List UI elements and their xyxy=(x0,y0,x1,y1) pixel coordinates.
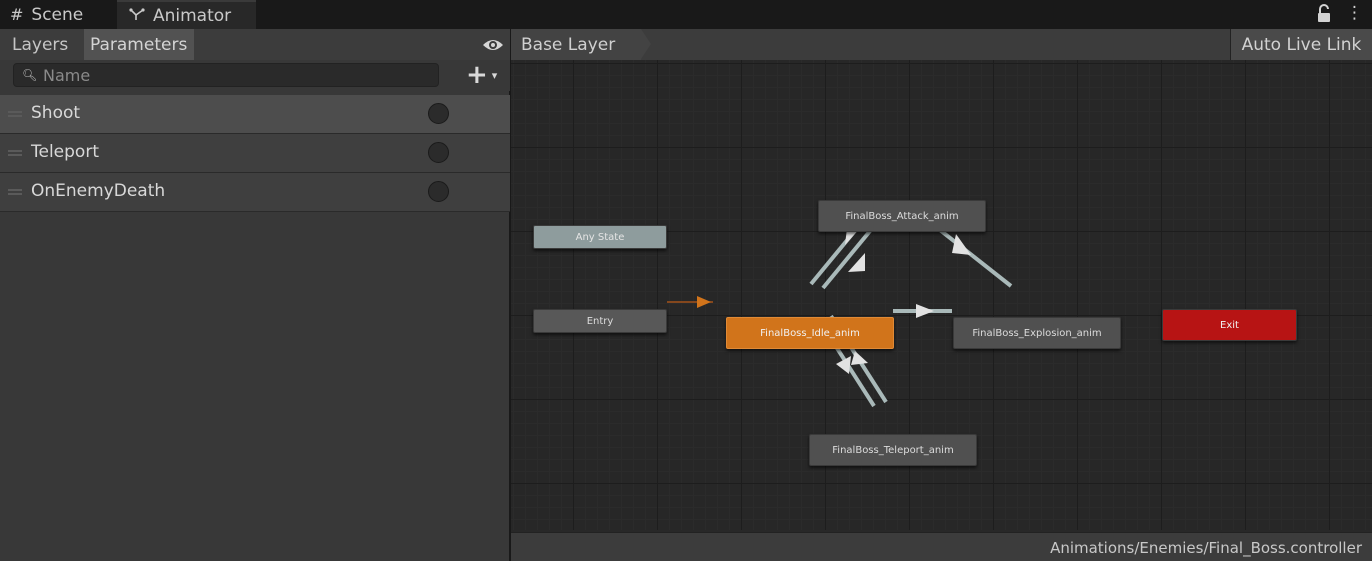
parameter-row-shoot[interactable]: Shoot xyxy=(0,95,510,134)
state-machine-canvas[interactable]: Any State Entry Exit FinalBoss_Attack_an… xyxy=(511,60,1372,530)
graph-status-bar: Animations/Enemies/Final_Boss.controller xyxy=(511,532,1372,561)
window-tab-bar: # Scene Animator ⋮ xyxy=(0,0,1372,29)
controller-path: Animations/Enemies/Final_Boss.controller xyxy=(1050,539,1362,557)
graph-toolbar: Base Layer Auto Live Link xyxy=(511,29,1372,60)
tab-animator-label: Animator xyxy=(153,5,232,26)
parameter-row-onenemydeath[interactable]: OnEnemyDeath xyxy=(0,173,510,212)
tab-scene-label: Scene xyxy=(31,4,84,25)
state-finalboss-attack[interactable]: FinalBoss_Attack_anim xyxy=(818,200,986,232)
trigger-toggle[interactable] xyxy=(428,142,449,163)
parameter-name: OnEnemyDeath xyxy=(31,181,166,201)
state-any-state[interactable]: Any State xyxy=(533,225,667,249)
lock-icon[interactable] xyxy=(1316,4,1332,24)
tab-animator[interactable]: Animator xyxy=(117,0,256,29)
drag-handle-icon[interactable] xyxy=(8,150,22,156)
parameter-name: Teleport xyxy=(31,142,99,162)
state-exit[interactable]: Exit xyxy=(1162,309,1297,341)
parameter-row-teleport[interactable]: Teleport xyxy=(0,134,510,173)
add-parameter-button[interactable]: + ▾ xyxy=(466,62,506,88)
breadcrumb-base-layer[interactable]: Base Layer xyxy=(511,29,651,60)
animator-graph-panel: Base Layer Auto Live Link Any State Entr… xyxy=(511,29,1372,561)
parameter-list: Shoot Teleport OnEnemyDeath xyxy=(0,95,510,212)
grid-icon: # xyxy=(10,5,24,24)
chevron-down-icon: ▾ xyxy=(491,68,498,82)
tab-scene[interactable]: # Scene xyxy=(0,0,117,29)
kebab-menu-icon[interactable]: ⋮ xyxy=(1346,3,1363,23)
state-entry[interactable]: Entry xyxy=(533,309,667,333)
animator-icon xyxy=(129,6,145,25)
transition-arrow-icon xyxy=(916,304,934,318)
tab-layers[interactable]: Layers xyxy=(6,29,82,60)
parameters-panel: Layers Parameters 🔍︎ + ▾ Shoot Teleport … xyxy=(0,29,510,561)
plus-icon: + xyxy=(466,60,488,90)
transition-arrow-icon xyxy=(697,296,711,308)
trigger-toggle[interactable] xyxy=(428,103,449,124)
state-finalboss-explosion[interactable]: FinalBoss_Explosion_anim xyxy=(953,317,1121,349)
eye-icon[interactable] xyxy=(482,37,504,53)
search-input[interactable] xyxy=(43,64,433,86)
drag-handle-icon[interactable] xyxy=(8,111,22,117)
state-finalboss-idle[interactable]: FinalBoss_Idle_anim xyxy=(726,317,894,349)
left-panel-toolbar: Layers Parameters xyxy=(0,29,510,60)
drag-handle-icon[interactable] xyxy=(8,189,22,195)
trigger-toggle[interactable] xyxy=(428,181,449,202)
tab-parameters[interactable]: Parameters xyxy=(84,29,194,60)
state-finalboss-teleport[interactable]: FinalBoss_Teleport_anim xyxy=(809,434,977,466)
auto-live-link-button[interactable]: Auto Live Link xyxy=(1230,29,1372,60)
transition-arrow-icon xyxy=(952,234,971,255)
parameter-name: Shoot xyxy=(31,103,81,123)
search-icon: 🔍︎ xyxy=(22,68,38,82)
